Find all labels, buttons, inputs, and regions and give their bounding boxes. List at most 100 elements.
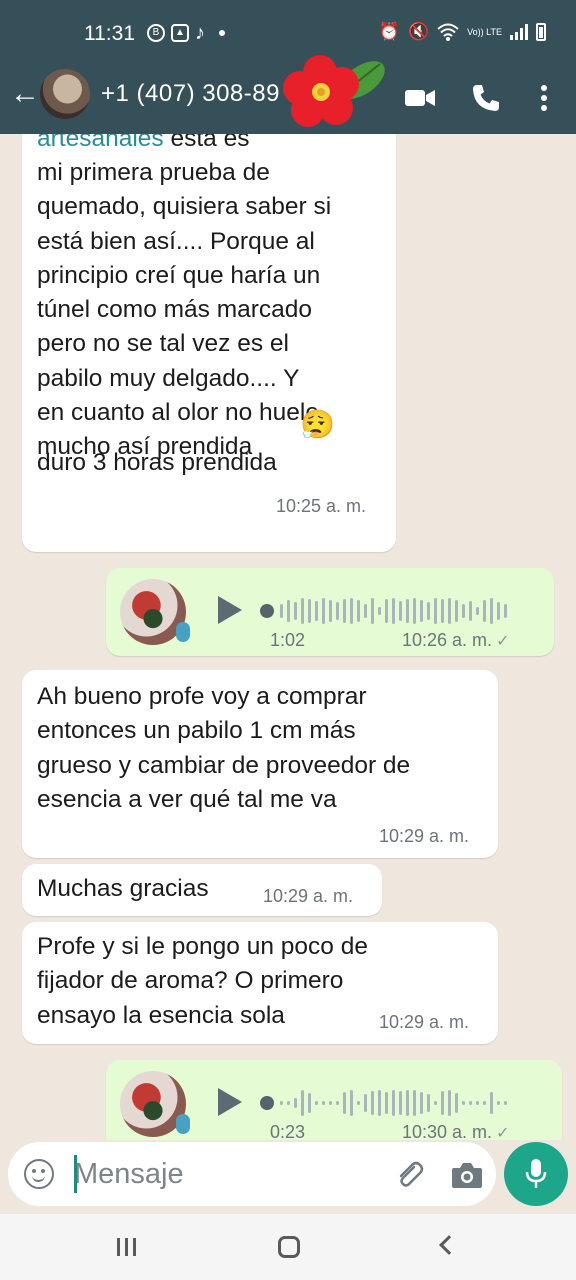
- waveform-bar: [441, 1091, 444, 1115]
- voice-duration: 1:02: [270, 630, 306, 650]
- waveform-bar: [336, 1101, 339, 1105]
- waveform-bar: [287, 600, 290, 622]
- waveform-bar: [420, 600, 423, 622]
- message-composer: [8, 1142, 496, 1206]
- waveform-bar: [308, 1093, 311, 1113]
- waveform-bar: [392, 598, 395, 624]
- waveform[interactable]: [260, 1088, 507, 1118]
- gallery-icon: ▲: [171, 24, 189, 42]
- voice-record-button[interactable]: [504, 1142, 568, 1206]
- message-bubble-incoming[interactable]: artesanales esta es mi primera prueba de…: [22, 134, 396, 552]
- camera-icon[interactable]: [451, 1160, 483, 1190]
- attach-icon[interactable]: [392, 1158, 426, 1192]
- waveform-bar: [364, 604, 367, 618]
- waveform-bar: [294, 602, 297, 620]
- waveform[interactable]: [260, 596, 507, 626]
- waveform-bar: [287, 1101, 290, 1105]
- back-arrow-icon[interactable]: ←: [10, 79, 40, 109]
- waveform-bar: [406, 599, 409, 623]
- waveform-bar: [455, 1093, 458, 1113]
- waveform-bar: [399, 1091, 402, 1115]
- waveform-bar: [490, 1092, 493, 1114]
- mute-icon: 🔇: [407, 22, 430, 41]
- contact-name[interactable]: +1 (407) 308-89: [101, 80, 280, 108]
- mic-badge-icon: [176, 622, 190, 642]
- voice-duration: 0:23: [270, 1122, 306, 1140]
- waveform-bar: [315, 1101, 318, 1105]
- waveform-bar: [385, 1092, 388, 1114]
- message-bubble-incoming[interactable]: Muchas gracias 10:29 a. m.: [22, 864, 382, 916]
- video-call-icon[interactable]: [402, 80, 438, 116]
- recents-icon[interactable]: [117, 1238, 136, 1256]
- waveform-bar: [476, 607, 479, 615]
- waveform-bar: [371, 1091, 374, 1115]
- play-icon[interactable]: [218, 596, 242, 624]
- sent-check-icon: ✓: [496, 1125, 510, 1140]
- back-icon[interactable]: [439, 1235, 459, 1255]
- waveform-bar: [448, 598, 451, 624]
- waveform-bar: [371, 598, 374, 624]
- more-options-icon[interactable]: [526, 80, 562, 116]
- waveform-bar: [427, 1094, 430, 1112]
- waveform-bar: [504, 604, 507, 618]
- message-time: 10:26 a. m. ✓: [402, 630, 510, 650]
- chat-area[interactable]: artesanales esta es mi primera prueba de…: [0, 134, 576, 1140]
- status-right-icons: ⏰ 🔇 Vo)) LTE: [379, 22, 546, 42]
- waveform-bar: [308, 599, 311, 623]
- waveform-bar: [448, 1090, 451, 1116]
- waveform-bar: [343, 599, 346, 623]
- waveform-bar: [497, 1101, 500, 1105]
- waveform-bar: [280, 1101, 283, 1105]
- tiktok-icon: ♪: [195, 22, 205, 44]
- waveform-bar: [434, 1101, 437, 1105]
- message-text: Profe y si le pongo un poco de fijador d…: [37, 933, 368, 1029]
- message-time: 10:25 a. m.: [276, 496, 367, 516]
- waveform-bar: [378, 607, 381, 615]
- playback-position-knob[interactable]: [260, 1096, 274, 1110]
- waveform-bar: [357, 1101, 360, 1105]
- waveform-bar: [280, 604, 283, 618]
- waveform-bar: [427, 602, 430, 620]
- sleepy-face-emoji-icon: 😮‍💨: [300, 409, 335, 440]
- message-time: 10:29 a. m.: [263, 886, 354, 906]
- waveform-bar: [322, 1101, 325, 1105]
- wifi-icon: [437, 23, 459, 41]
- message-text: Muchas gracias: [37, 875, 209, 902]
- network-type: Vo)) LTE: [467, 26, 502, 37]
- waveform-bar: [301, 598, 304, 624]
- notification-dot-icon: [219, 30, 225, 36]
- play-icon[interactable]: [218, 1088, 242, 1116]
- battery-icon: [536, 23, 546, 41]
- mic-icon: [525, 1159, 547, 1188]
- waveform-bar: [455, 600, 458, 622]
- waveform-bar: [322, 598, 325, 624]
- waveform-bar: [315, 601, 318, 621]
- waveform-bar: [462, 604, 465, 618]
- waveform-bar: [357, 600, 360, 622]
- emoji-icon[interactable]: [24, 1159, 54, 1189]
- waveform-bar: [336, 602, 339, 620]
- waveform-bar: [406, 1090, 409, 1116]
- mic-badge-icon: [176, 1114, 190, 1134]
- waveform-bar: [350, 598, 353, 624]
- waveform-bar: [490, 598, 493, 624]
- message-bubble-incoming[interactable]: Profe y si le pongo un poco de fijador d…: [22, 922, 498, 1044]
- waveform-bar: [294, 1098, 297, 1108]
- message-time: 10:29 a. m.: [379, 826, 470, 846]
- message-link[interactable]: artesanales: [37, 134, 164, 152]
- b-icon: B: [147, 24, 165, 42]
- contact-avatar[interactable]: [40, 69, 90, 119]
- waveform-bar: [350, 1090, 353, 1116]
- message-bubble-incoming[interactable]: Ah bueno profe voy a comprar entonces un…: [22, 670, 498, 858]
- flower-sticker-icon: [283, 55, 385, 127]
- voice-message-outgoing[interactable]: 1:02 10:26 a. m. ✓: [106, 568, 554, 656]
- waveform-bar: [413, 598, 416, 624]
- voice-message-outgoing[interactable]: 0:23 10:30 a. m. ✓: [106, 1060, 562, 1140]
- playback-position-knob[interactable]: [260, 604, 274, 618]
- text-cursor: [74, 1155, 77, 1193]
- phone-icon[interactable]: [468, 80, 504, 116]
- waveform-bar: [329, 1101, 332, 1105]
- waveform-bar: [434, 598, 437, 624]
- home-icon[interactable]: [278, 1236, 300, 1258]
- message-input[interactable]: [74, 1154, 374, 1194]
